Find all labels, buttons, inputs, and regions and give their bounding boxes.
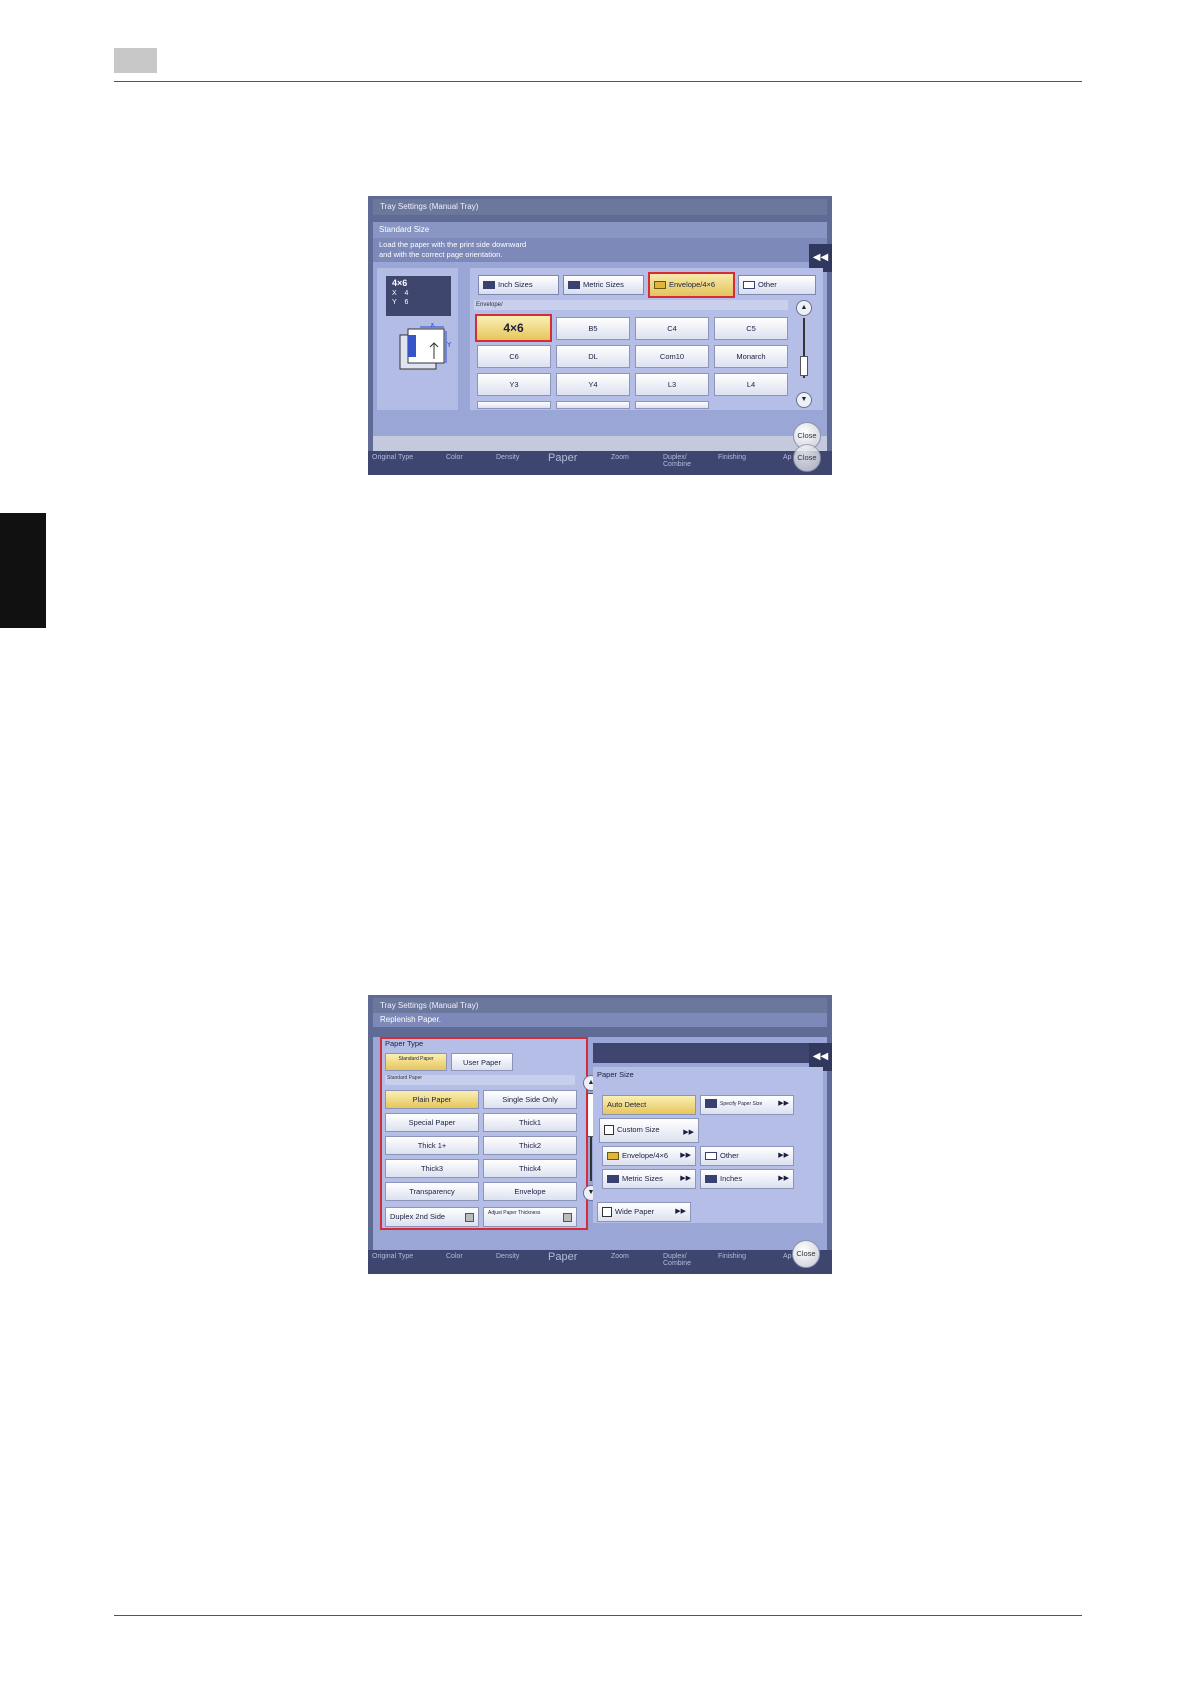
paper-orientation-icon: X Y	[399, 323, 452, 370]
message-line-2: and with the correct page orientation.	[379, 250, 503, 259]
message-line-1: Load the paper with the print side downw…	[379, 240, 527, 249]
header-rule	[114, 81, 1082, 82]
paper-type-single-side-only[interactable]: Single Side Only	[483, 1090, 577, 1109]
paper-type-transparency[interactable]: Transparency	[385, 1182, 479, 1201]
duplex-2nd-side-toggle[interactable]: Duplex 2nd Side	[385, 1207, 479, 1227]
paper-size-specify[interactable]: Specify Paper Size ▶▶	[700, 1095, 794, 1115]
double-chevron-icon: ▶▶	[675, 1208, 686, 1215]
size-readout: 4×6 X 4 Y 6	[386, 276, 451, 316]
envelope-icon	[654, 281, 666, 290]
scrollbar-thumb[interactable]	[800, 356, 808, 376]
other-icon	[705, 1152, 717, 1161]
x-label: X	[392, 290, 397, 297]
chapter-side-tab	[0, 513, 46, 628]
size-button-partial[interactable]	[556, 401, 630, 409]
size-button-c5[interactable]: C5	[714, 317, 788, 340]
window-title: Tray Settings (Manual Tray)	[373, 998, 827, 1014]
paper-size-panel	[593, 1067, 823, 1223]
paper-type-thick4[interactable]: Thick4	[483, 1159, 577, 1178]
size-button-l3[interactable]: L3	[635, 373, 709, 396]
svg-text:Y: Y	[446, 341, 452, 349]
paper-type-thick1[interactable]: Thick1	[483, 1113, 577, 1132]
size-button-b5[interactable]: B5	[556, 317, 630, 340]
tab-other[interactable]: Other	[738, 275, 816, 295]
status-strip	[373, 436, 827, 452]
metric-icon	[607, 1175, 619, 1184]
size-button-partial[interactable]	[635, 401, 709, 409]
y-value: 6	[404, 299, 409, 306]
envelope-icon	[607, 1152, 619, 1161]
double-chevron-icon: ▶▶	[778, 1175, 789, 1182]
section-label: Standard Paper	[385, 1075, 575, 1085]
tab-metric-sizes[interactable]: Metric Sizes	[563, 275, 644, 295]
checkbox-icon	[465, 1213, 474, 1222]
paper-size-header	[593, 1043, 823, 1063]
close-button-background: Close	[793, 444, 821, 472]
size-button-partial[interactable]	[477, 401, 551, 409]
custom-size-icon	[604, 1125, 614, 1136]
paper-size-auto-detect[interactable]: Auto Detect	[602, 1095, 696, 1115]
size-button-4x6[interactable]: 4×6	[475, 314, 552, 342]
checkbox-icon	[563, 1213, 572, 1222]
y-label: Y	[392, 299, 397, 306]
tab-user-paper[interactable]: User Paper	[451, 1053, 513, 1071]
paper-type-plain[interactable]: Plain Paper	[385, 1090, 479, 1109]
size-button-dl[interactable]: DL	[556, 345, 630, 368]
tab-envelope-4x6[interactable]: Envelope/4×6	[648, 272, 735, 298]
double-chevron-icon: ▶▶	[680, 1175, 691, 1182]
paper-type-thick3[interactable]: Thick3	[385, 1159, 479, 1178]
double-chevron-icon: ▶▶	[683, 1129, 694, 1136]
metric-icon	[568, 281, 580, 290]
tray-settings-standard-size-screenshot: Tray Settings (Manual Tray) Standard Siz…	[368, 196, 832, 475]
x-value: 4	[404, 290, 409, 297]
size-button-c6[interactable]: C6	[477, 345, 551, 368]
footer-rule	[114, 1615, 1082, 1616]
page-number-box	[114, 48, 157, 73]
tab-standard-paper[interactable]: Standard Paper	[385, 1053, 447, 1071]
inch-icon	[705, 1175, 717, 1184]
wide-paper-icon	[602, 1207, 612, 1218]
paper-size-wide[interactable]: Wide Paper ▶▶	[597, 1202, 691, 1222]
paper-size-envelope-4x6[interactable]: Envelope/4×6 ▶▶	[602, 1146, 696, 1166]
instruction-message: Load the paper with the print side downw…	[373, 238, 827, 262]
size-button-l4[interactable]: L4	[714, 373, 788, 396]
other-icon	[743, 281, 755, 290]
close-button[interactable]: Close	[792, 1240, 820, 1268]
double-chevron-icon: ▶▶	[680, 1152, 691, 1159]
size-button-y3[interactable]: Y3	[477, 373, 551, 396]
paper-size-inches[interactable]: Inches ▶▶	[700, 1169, 794, 1189]
size-button-com10[interactable]: Com10	[635, 345, 709, 368]
background-function-bar: Original Type Color Density Paper Zoom D…	[368, 1250, 832, 1274]
paper-size-custom[interactable]: Custom Size ▶▶	[599, 1118, 699, 1143]
paper-type-special[interactable]: Special Paper	[385, 1113, 479, 1132]
scroll-down-icon[interactable]: ▼	[796, 392, 812, 408]
paper-type-envelope[interactable]: Envelope	[483, 1182, 577, 1201]
double-chevron-icon: ▶▶	[778, 1152, 789, 1159]
scroll-up-icon[interactable]: ▲	[796, 300, 812, 316]
tab-inch-sizes[interactable]: Inch Sizes	[478, 275, 559, 295]
inch-icon	[483, 281, 495, 290]
screen-subtitle: Standard Size	[373, 222, 827, 238]
size-button-c4[interactable]: C4	[635, 317, 709, 340]
background-function-bar: Original Type Color Density Paper Zoom D…	[368, 451, 832, 475]
paper-type-thick1-plus[interactable]: Thick 1+	[385, 1136, 479, 1155]
section-label: Envelope/	[474, 300, 788, 310]
paper-size-heading: Paper Size	[597, 1070, 634, 1079]
adjust-paper-thickness-toggle[interactable]: Adjust Paper Thickness	[483, 1207, 577, 1227]
paper-size-other[interactable]: Other ▶▶	[700, 1146, 794, 1166]
selected-size: 4×6	[392, 278, 408, 288]
double-chevron-icon: ▶▶	[778, 1100, 789, 1107]
paper-size-metric[interactable]: Metric Sizes ▶▶	[602, 1169, 696, 1189]
specify-icon	[705, 1099, 717, 1108]
paper-type-heading: Paper Type	[385, 1039, 424, 1048]
instruction-message: Replenish Paper.	[373, 1013, 827, 1027]
window-title: Tray Settings (Manual Tray)	[373, 199, 827, 215]
size-button-monarch[interactable]: Monarch	[714, 345, 788, 368]
paper-type-thick2[interactable]: Thick2	[483, 1136, 577, 1155]
tray-settings-replenish-screenshot: Tray Settings (Manual Tray) Replenish Pa…	[368, 995, 832, 1274]
size-button-y4[interactable]: Y4	[556, 373, 630, 396]
svg-text:X: X	[430, 323, 435, 329]
